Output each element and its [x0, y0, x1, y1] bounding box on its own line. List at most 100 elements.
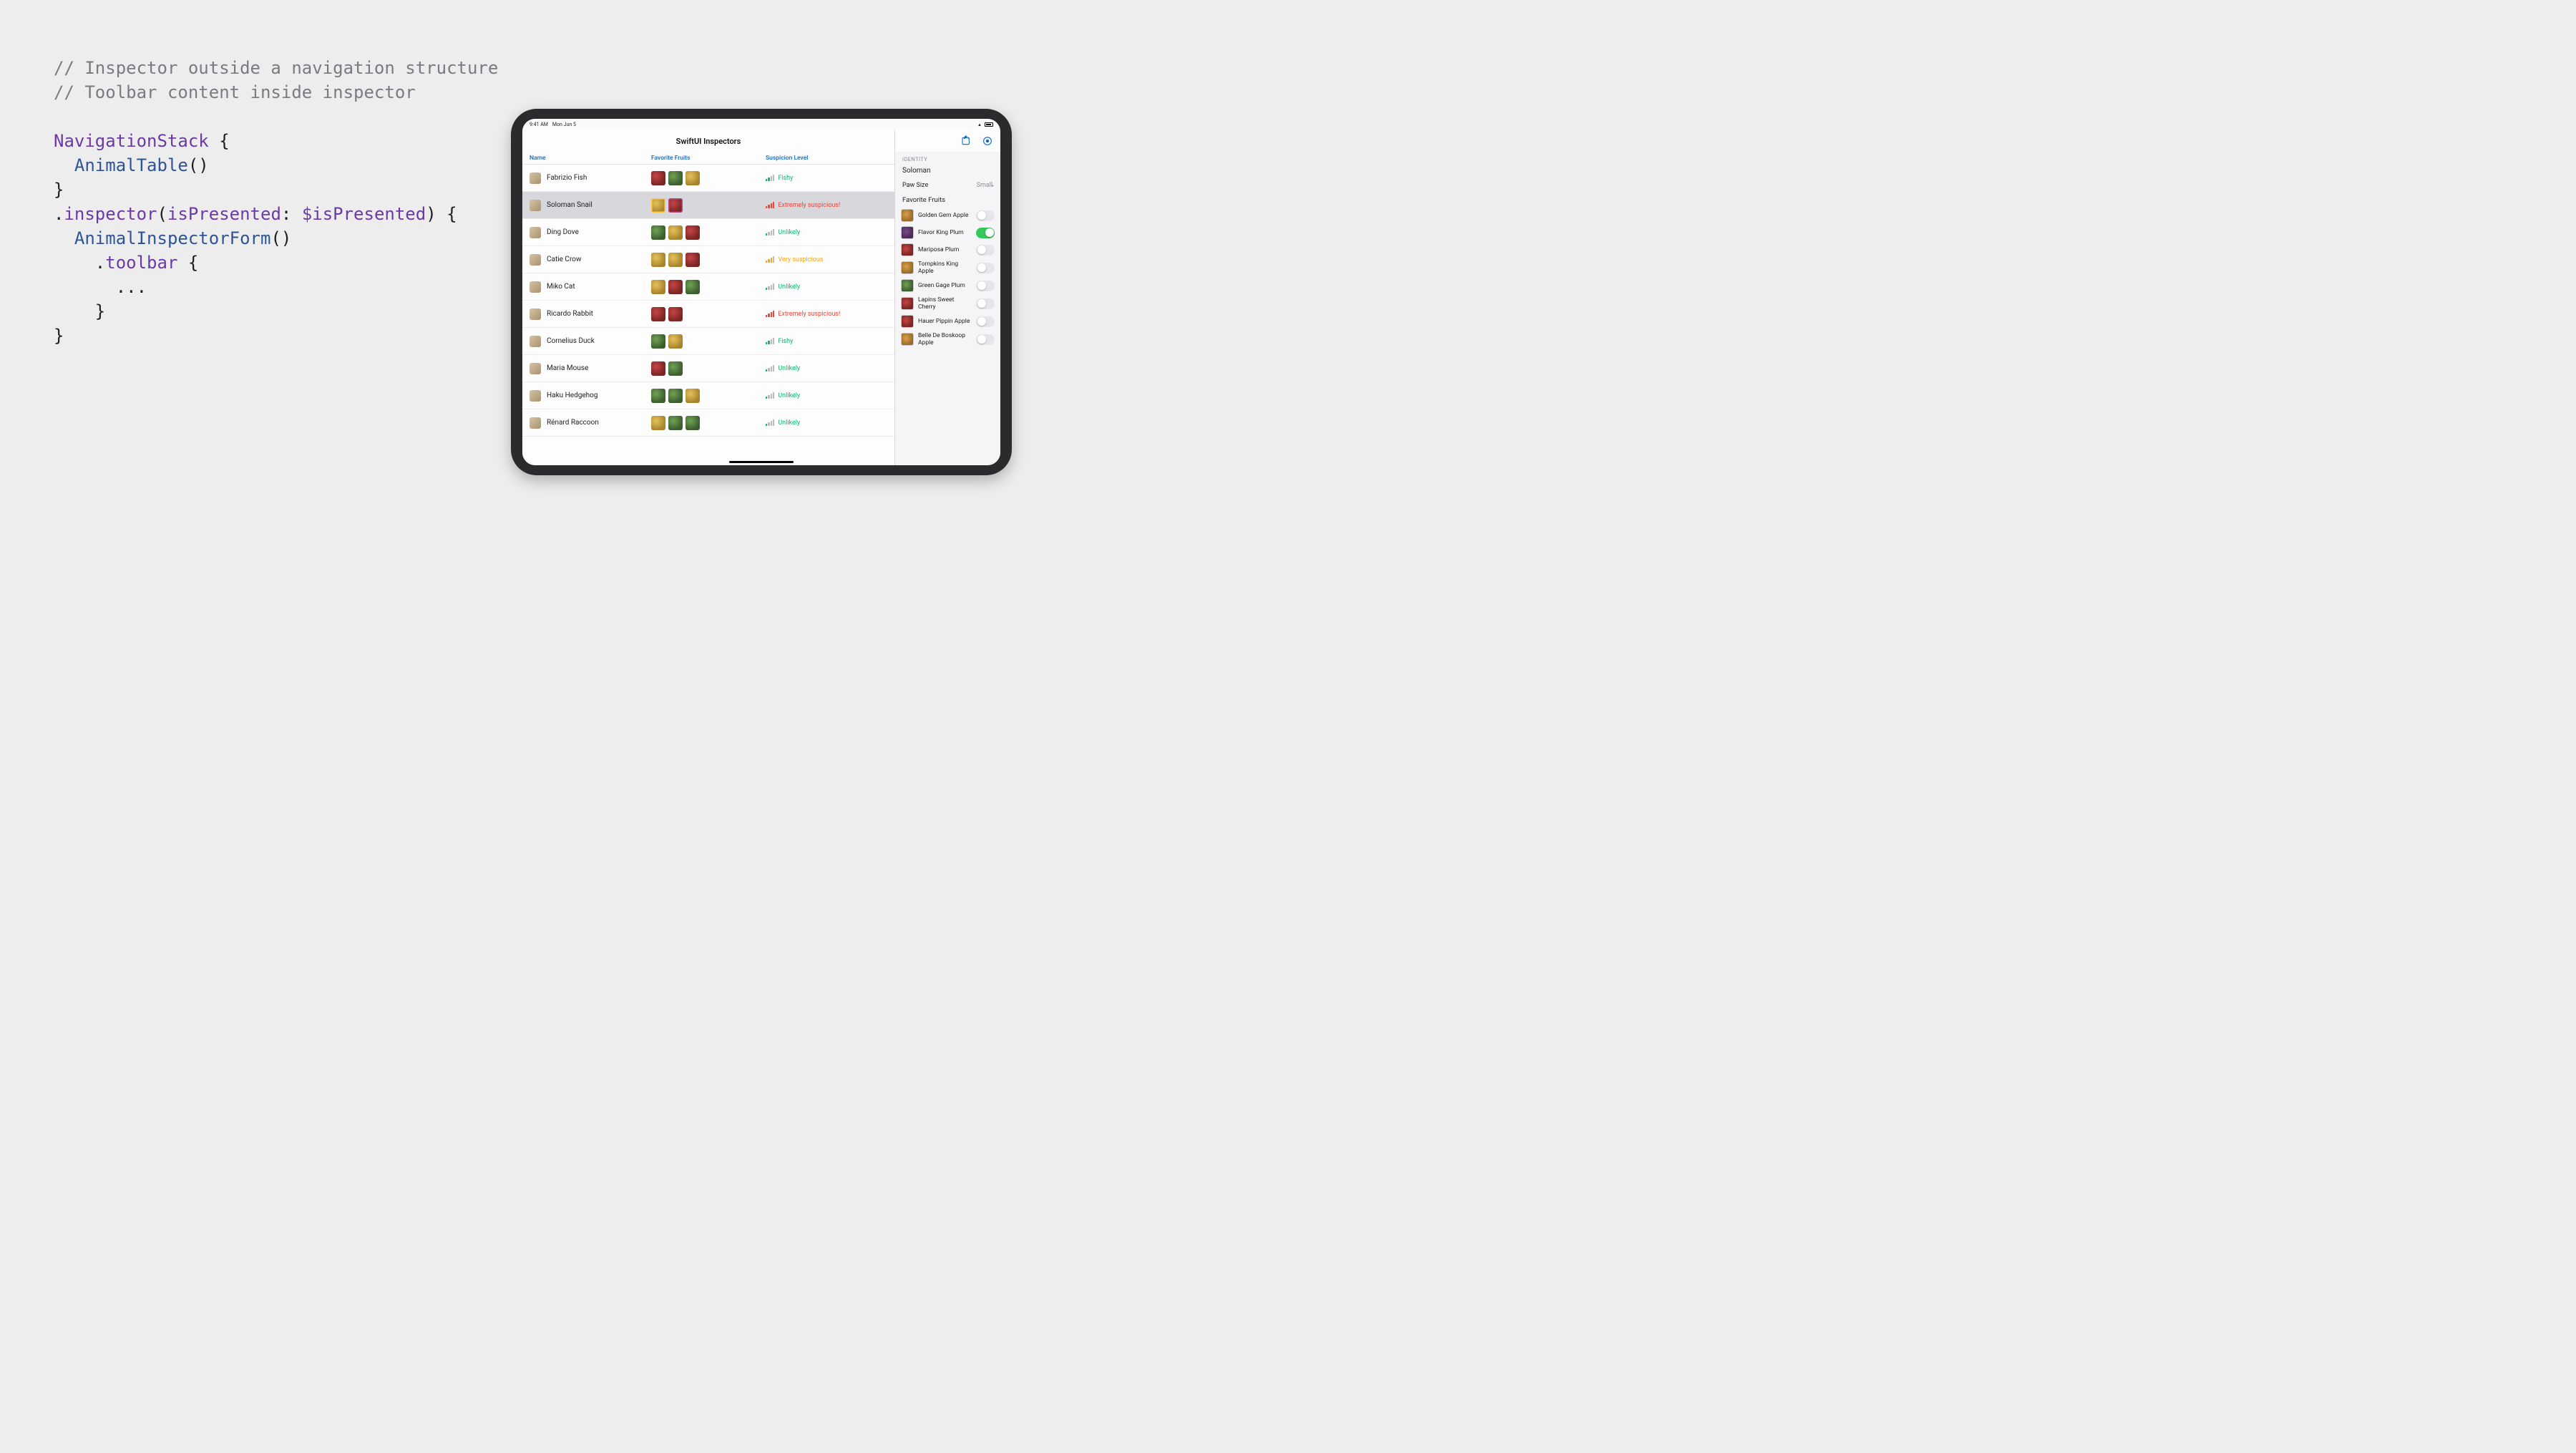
fruit-swatch-icon	[901, 226, 914, 239]
fruit-toggle[interactable]	[976, 334, 995, 345]
fruit-icon	[651, 416, 665, 430]
suspicion-cell: Unlikely	[766, 392, 887, 399]
fruit-toggle[interactable]	[976, 210, 995, 221]
animal-avatar	[530, 172, 541, 184]
animal-name: Soloman Snail	[547, 201, 592, 209]
column-header-name[interactable]: Name	[530, 155, 651, 162]
fruit-icon	[668, 334, 683, 349]
table-row[interactable]: Haku Hedgehog Unlikely	[522, 382, 894, 409]
home-indicator	[729, 461, 794, 463]
fruit-toggle[interactable]	[976, 228, 995, 238]
fruit-icon	[651, 389, 665, 403]
table-row[interactable]: Ricardo RabbitExtremely suspicious!	[522, 301, 894, 328]
animal-avatar	[530, 227, 541, 238]
inspector-panel: IDENTITY Soloman Paw Size Small Favorite…	[894, 130, 1000, 465]
paw-size-value[interactable]: Small	[977, 182, 993, 189]
suspicion-cell: Extremely suspicious!	[766, 202, 887, 209]
page-title: SwiftUI Inspectors	[676, 137, 741, 146]
battery-icon	[985, 122, 993, 127]
favorite-fruits-cell	[651, 171, 766, 185]
fruit-toggle[interactable]	[976, 263, 995, 273]
fruit-toggle-label: Hauer Pippin Apple	[918, 318, 972, 325]
animal-avatar	[530, 390, 541, 402]
animal-name: Haku Hedgehog	[547, 392, 597, 399]
fruit-icon	[668, 253, 683, 267]
fruit-toggle-label: Mariposa Plum	[918, 246, 972, 253]
favorite-fruits-label: Favorite Fruits	[901, 192, 995, 207]
fruit-toggle-label: Golden Gem Apple	[918, 212, 972, 219]
favorite-fruits-cell	[651, 307, 766, 321]
suspicion-label: Fishy	[778, 175, 793, 182]
fruit-icon	[651, 361, 665, 376]
fruit-icon	[686, 280, 700, 294]
fruit-icon	[668, 280, 683, 294]
suspicion-cell: Unlikely	[766, 419, 887, 427]
animal-name: Maria Mouse	[547, 364, 588, 372]
signal-bars-icon	[766, 338, 774, 344]
suspicion-label: Extremely suspicious!	[778, 311, 840, 318]
fruit-icon	[668, 416, 683, 430]
table-row[interactable]: Soloman Snail Extremely suspicious!	[522, 192, 894, 219]
fruit-swatch-icon	[901, 315, 914, 328]
identity-name-value[interactable]: Soloman	[901, 165, 995, 179]
fruit-toggle-label: Green Gage Plum	[918, 282, 972, 289]
paw-size-row[interactable]: Paw Size Small	[901, 179, 995, 192]
suspicion-cell: Fishy	[766, 175, 887, 182]
statusbar-date: Mon Jun 5	[552, 122, 576, 127]
table-row[interactable]: Catie CrowVery suspicious	[522, 246, 894, 273]
suspicion-label: Extremely suspicious!	[778, 202, 840, 209]
animal-name: Cornelius Duck	[547, 337, 595, 345]
fruit-icon	[651, 280, 665, 294]
favorite-fruits-cell	[651, 416, 766, 430]
animal-name: Fabrizio Fish	[547, 174, 587, 182]
signal-bars-icon	[766, 202, 774, 208]
fruit-icon	[651, 225, 665, 240]
table-row[interactable]: Cornelius DuckFishy	[522, 328, 894, 355]
fruit-toggle[interactable]	[976, 298, 995, 309]
signal-bars-icon	[766, 311, 774, 317]
target-icon[interactable]	[982, 135, 993, 147]
suspicion-label: Unlikely	[778, 419, 800, 427]
statusbar-time: 9:41 AM	[530, 122, 548, 127]
fruit-icon	[651, 198, 665, 213]
fruit-swatch-icon	[901, 261, 914, 274]
suspicion-cell: Unlikely	[766, 365, 887, 372]
code-snippet: // Inspector outside a navigation struct…	[54, 56, 498, 348]
column-header-fruits[interactable]: Favorite Fruits	[651, 155, 766, 162]
table-row[interactable]: Maria Mouse Unlikely	[522, 355, 894, 382]
fruit-toggle-label: Flavor King Plum	[918, 229, 972, 236]
fruit-icon	[668, 225, 683, 240]
fruit-icon	[668, 361, 683, 376]
animal-avatar	[530, 308, 541, 320]
fruit-icon	[686, 389, 700, 403]
fruit-toggle-row: Mariposa Plum	[901, 241, 995, 258]
section-header-identity: IDENTITY	[902, 156, 993, 162]
favorite-fruits-cell	[651, 198, 766, 213]
fruit-swatch-icon	[901, 297, 914, 310]
table-row[interactable]: Ding DoveUnlikely	[522, 219, 894, 246]
column-header-suspicion[interactable]: Suspicion Level	[766, 155, 887, 162]
favorite-fruits-cell	[651, 253, 766, 267]
fruit-toggle[interactable]	[976, 281, 995, 291]
animal-avatar	[530, 200, 541, 211]
table-row[interactable]: Rénard RaccoonUnlikely	[522, 409, 894, 437]
table-row[interactable]: Miko CatUnlikely	[522, 273, 894, 301]
favorite-fruits-cell	[651, 280, 766, 294]
table-body[interactable]: Fabrizio Fish Fishy Soloman Snail Extremely…	[522, 165, 894, 465]
fruit-toggle[interactable]	[976, 245, 995, 256]
fruit-icon	[668, 389, 683, 403]
navigation-bar: SwiftUI Inspectors	[522, 130, 894, 152]
animal-name: Miko Cat	[547, 283, 575, 291]
fruit-swatch-icon	[901, 209, 914, 222]
fruit-icon	[686, 416, 700, 430]
fruit-toggle[interactable]	[976, 316, 995, 327]
favorite-fruits-cell	[651, 361, 766, 376]
fruit-icon	[686, 225, 700, 240]
suspicion-cell: Extremely suspicious!	[766, 311, 887, 318]
favorite-fruits-cell	[651, 389, 766, 403]
fruit-toggle-row: Tompkins King Apple	[901, 258, 995, 277]
compose-icon[interactable]	[960, 136, 973, 146]
table-row[interactable]: Fabrizio Fish Fishy	[522, 165, 894, 192]
fruit-toggle-label: Lapins Sweet Cherry	[918, 296, 972, 311]
table-header: Name Favorite Fruits Suspicion Level	[522, 152, 894, 165]
